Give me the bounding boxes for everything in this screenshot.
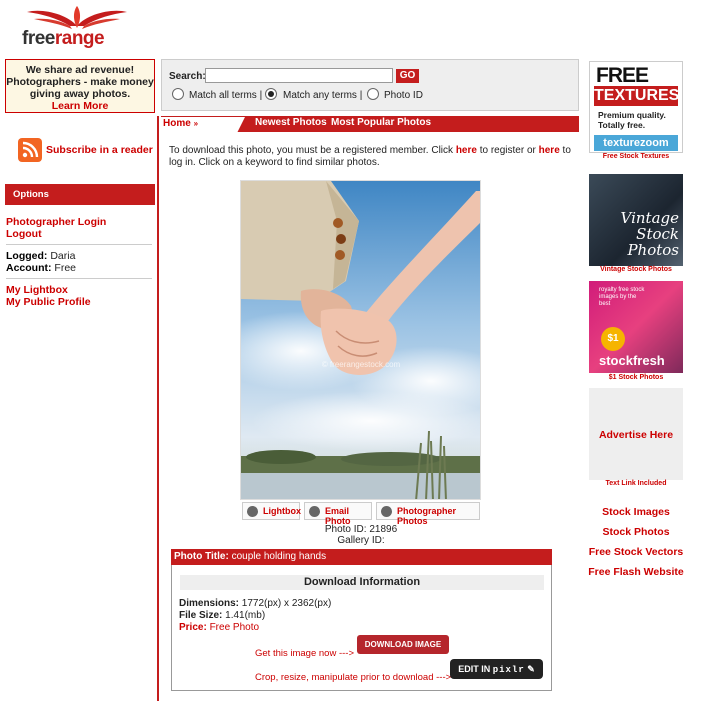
photographer-login-link[interactable]: Photographer Login <box>6 216 152 228</box>
register-link[interactable]: here <box>456 145 477 156</box>
account-row: Account: Free <box>6 262 77 274</box>
user-icon <box>381 506 392 517</box>
ad-line-1: We share ad revenue! <box>25 64 135 76</box>
edit-in-pixlr-button[interactable]: EDIT IN pixlr ✎ <box>450 659 543 679</box>
ad-line-2: Photographers - make money <box>6 76 154 88</box>
content-left-border <box>157 116 159 701</box>
logout-link[interactable]: Logout <box>6 228 152 240</box>
photographer-photos-button[interactable]: Photographer Photos <box>376 502 480 526</box>
stock-photos-caption[interactable]: $1 Stock Photos <box>589 374 683 381</box>
search-label: Search: <box>169 71 206 82</box>
free-stock-vectors-link[interactable]: Free Stock Vectors <box>583 546 689 558</box>
gallery-id: Gallery ID: <box>337 535 385 546</box>
nav-newest-photos[interactable]: Newest Photos <box>255 117 327 128</box>
photo-id: Photo ID: 21896 <box>324 524 398 535</box>
plus-icon <box>247 506 258 517</box>
rss-icon <box>18 138 42 162</box>
stock-images-link[interactable]: Stock Images <box>583 506 689 518</box>
crop-text: Crop, resize, manipulate prior to downlo… <box>255 672 452 683</box>
search-panel: Search: GO Match all terms | Match any t… <box>161 59 579 111</box>
logo-wordmark: freerange <box>22 28 105 49</box>
stock-photos-link[interactable]: Stock Photos <box>583 526 689 538</box>
go-button[interactable]: GO <box>396 69 419 83</box>
vintage-stock-ad[interactable]: Vintage Stock Photos <box>589 174 683 266</box>
photo-watermark: © freerangestock.com <box>322 360 401 369</box>
filesize-row: File Size: 1.41(mb) <box>179 610 266 621</box>
lightbox-button[interactable]: Lightbox <box>242 502 301 520</box>
top-nav: Home » Newest Photos Most Popular Photos <box>161 116 579 133</box>
subscribe-label[interactable]: Subscribe in a reader <box>46 144 153 156</box>
options-header: Options <box>5 184 155 205</box>
my-lightbox-link[interactable]: My Lightbox <box>6 284 152 296</box>
divider <box>6 278 152 279</box>
free-stock-textures-caption[interactable]: Free Stock Textures <box>589 153 683 160</box>
login-link[interactable]: here <box>539 145 560 156</box>
photo-title-bar: Photo Title: couple holding hands <box>171 549 552 565</box>
photo-title: couple holding hands <box>231 551 327 562</box>
email-icon <box>309 506 320 517</box>
learn-more-link[interactable]: Learn More <box>52 100 109 112</box>
search-input[interactable] <box>205 68 393 83</box>
advertise-here-box[interactable]: Advertise Here <box>589 388 683 480</box>
vintage-stock-caption[interactable]: Vintage Stock Photos <box>589 266 683 273</box>
download-notice: To download this photo, you must be a re… <box>169 145 571 168</box>
text-link-caption: Text Link Included <box>605 480 667 487</box>
match-any-label: Match any terms | <box>283 90 363 101</box>
free-textures-ad[interactable]: FREE TEXTURES Premium quality. Totally fr… <box>589 61 683 153</box>
free-flash-website-link[interactable]: Free Flash Website <box>583 566 689 578</box>
match-any-radio[interactable] <box>265 88 277 100</box>
email-photo-button[interactable]: Email Photo <box>304 502 372 526</box>
stockfresh-ad[interactable]: royalty free stock images by the best $1… <box>589 281 683 373</box>
nav-most-popular-photos[interactable]: Most Popular Photos <box>331 117 431 128</box>
account-panel: Photographer Login Logout Logged: Daria … <box>6 216 152 308</box>
ad-revenue-box: We share ad revenue! Photographers - mak… <box>5 59 155 113</box>
photo-details: Dimensions: 1772(px) x 2362(px) File Siz… <box>179 598 331 634</box>
couple-holding-hands-image: © freerangestock.com <box>241 181 480 499</box>
pencil-icon: ✎ <box>527 664 535 674</box>
price-row: Price: Free Photo <box>179 622 260 633</box>
dimensions-row: Dimensions: 1772(px) x 2362(px) <box>179 598 332 609</box>
download-info-header: Download Information <box>180 575 544 590</box>
wings-logo-icon <box>27 6 127 29</box>
ad-line-3: giving away photos. <box>29 88 131 100</box>
match-all-label: Match all terms | <box>189 90 263 101</box>
nav-home[interactable]: Home » <box>161 116 245 133</box>
photo-id-radio[interactable] <box>367 88 379 100</box>
subscribe-reader[interactable]: Subscribe in a reader <box>18 138 158 164</box>
my-public-profile-link[interactable]: My Public Profile <box>6 296 152 308</box>
site-logo[interactable]: freerange <box>22 4 132 52</box>
logged-row: Logged: Daria <box>6 250 76 262</box>
get-image-text: Get this image now ---> <box>255 648 354 659</box>
divider <box>6 244 152 245</box>
photo-id-label: Photo ID <box>384 90 423 101</box>
match-all-radio[interactable] <box>172 88 184 100</box>
main-photo[interactable]: © freerangestock.com <box>240 180 481 500</box>
photo-actions: Lightbox Email Photo Photographer Photos <box>240 502 482 526</box>
photo-meta: Photo ID: 21896 Gallery ID: <box>240 524 482 546</box>
download-image-button[interactable]: DOWNLOAD IMAGE <box>357 635 449 654</box>
